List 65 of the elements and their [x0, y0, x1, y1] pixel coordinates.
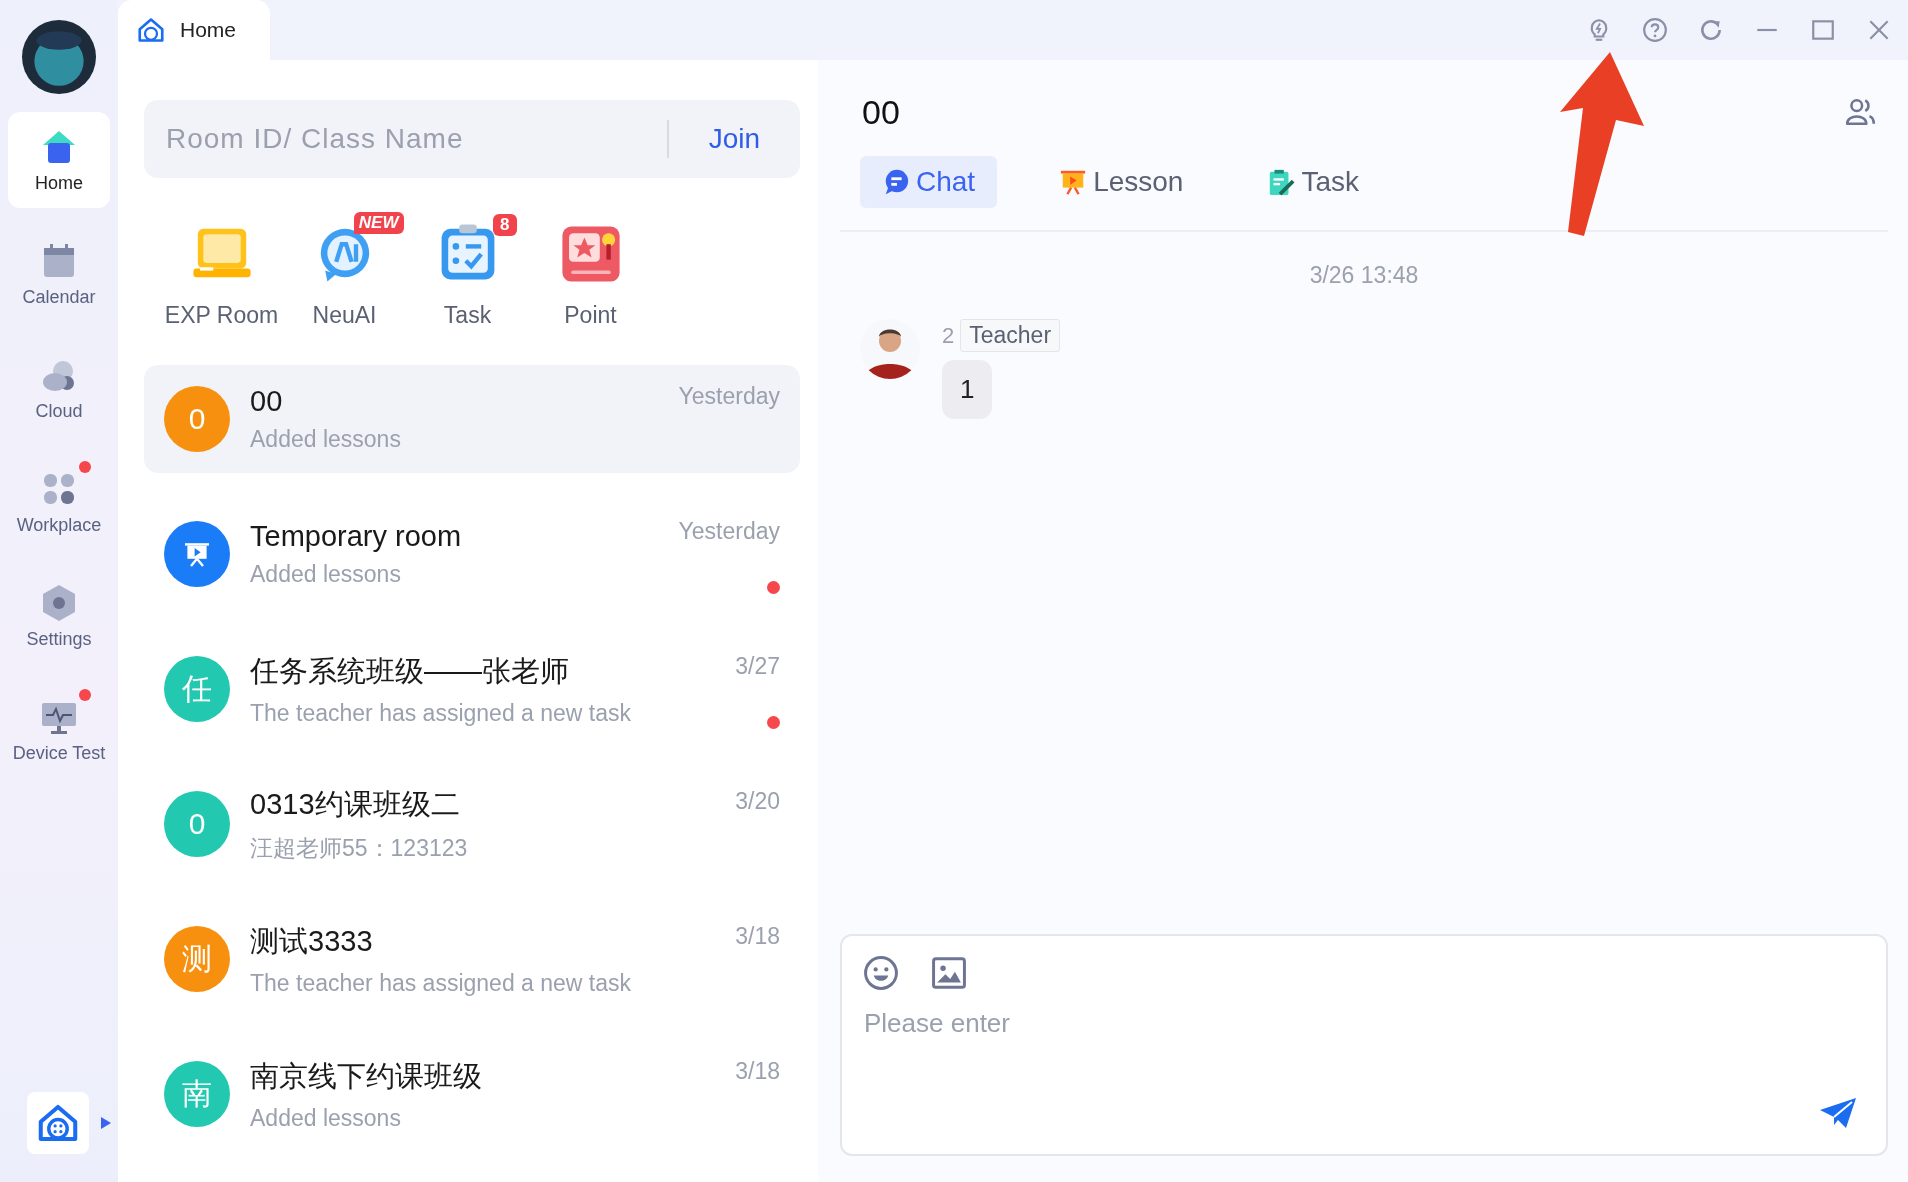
role-tag: Teacher — [960, 319, 1061, 352]
conversation-preview: Added lessons — [250, 426, 402, 453]
message-field[interactable]: Please enter — [862, 1006, 1866, 1136]
conversation-time: Yesterday — [678, 518, 780, 545]
badge: 8 — [493, 214, 517, 236]
join-button[interactable]: Join — [688, 123, 780, 155]
conversation-item[interactable]: Temporary room Added lessons Yesterday — [144, 500, 800, 608]
group-avatar: 南 — [164, 1061, 230, 1127]
easel-icon — [1059, 168, 1088, 196]
chat-title: 00 — [862, 92, 900, 132]
message-box[interactable]: Please enter — [840, 934, 1888, 1156]
home-tab[interactable]: Home — [118, 0, 271, 60]
group-avatar: 测 — [164, 926, 230, 992]
sidebar-item[interactable]: Calendar — [8, 226, 110, 322]
user-avatar[interactable] — [22, 20, 96, 94]
group-avatar: 任 — [164, 656, 230, 722]
conversation-time: 3/18 — [735, 1058, 780, 1085]
help-icon[interactable] — [1642, 17, 1668, 43]
sidebar-item[interactable]: Cloud — [8, 340, 110, 436]
group-avatar: 0 — [164, 791, 230, 857]
maximize-icon[interactable] — [1810, 17, 1836, 43]
message-timestamp: 3/26 13:48 — [1309, 262, 1419, 289]
chat-tab[interactable]: Chat — [860, 156, 998, 208]
conversation-name: 任务系统班级——张老师 — [250, 653, 570, 689]
chat-tab[interactable]: Task — [1245, 156, 1382, 208]
conversation-preview: Added lessons — [250, 1104, 402, 1132]
emoji-icon[interactable] — [862, 954, 900, 992]
search-field[interactable]: Room ID/ Class Name Join — [144, 100, 800, 178]
sender-name: 2 — [942, 322, 955, 349]
chat-tab[interactable]: Lesson — [1037, 156, 1206, 208]
conversation-name: 00 — [250, 385, 284, 418]
shortcut-item[interactable]: NEW NeuAI — [283, 210, 406, 329]
conversation-item[interactable]: 0 0313约课班级二 汪超老师55：123123 3/20 — [144, 770, 800, 878]
conversation-item[interactable]: 0 00 Added lessons Yesterday — [144, 365, 800, 473]
conversation-name: Temporary room — [250, 520, 463, 553]
house-icon — [136, 15, 166, 45]
refresh-icon[interactable] — [1698, 17, 1724, 43]
conversation-preview: 汪超老师55：123123 — [250, 833, 469, 863]
badge: NEW — [353, 212, 404, 234]
logo-button[interactable] — [27, 1092, 89, 1154]
conversation-preview: The teacher has assigned a new task — [250, 699, 632, 727]
conversation-item[interactable]: 南 南京线下约课班级 Added lessons 3/18 — [144, 1040, 800, 1148]
sidebar-item[interactable]: Device Test — [8, 682, 110, 778]
conversation-preview: Added lessons — [250, 561, 402, 588]
conversation-item[interactable]: 测 测试3333 The teacher has assigned a new task 3/18 — [144, 905, 800, 1013]
sidebar-item[interactable]: Settings — [8, 568, 110, 664]
sidebar-item[interactable]: Workplace — [8, 454, 110, 550]
conversation-item[interactable]: 任 任务系统班级——张老师 The teacher has assigned a new task 3/27 — [144, 635, 800, 743]
group-avatar: 0 — [164, 386, 230, 452]
expand-icon[interactable] — [101, 1117, 111, 1129]
shortcut-item[interactable]: Point — [529, 210, 652, 329]
image-icon[interactable] — [930, 954, 968, 992]
clipboard-icon — [1267, 168, 1296, 196]
message-bubble: 1 — [942, 360, 993, 419]
conversation-time: 3/27 — [735, 653, 780, 680]
sidebar-item[interactable]: Home — [8, 112, 110, 208]
conversation-preview: The teacher has assigned a new task — [250, 969, 632, 997]
conversation-time: 3/20 — [735, 788, 780, 815]
conversation-name: 0313约课班级二 — [250, 786, 461, 822]
conversation-time: Yesterday — [678, 383, 780, 410]
shortcut-item[interactable]: EXP Room — [160, 210, 283, 329]
conversation-name: 南京线下约课班级 — [250, 1058, 483, 1094]
conversation-name: 测试3333 — [250, 923, 374, 959]
conversation-time: 3/18 — [735, 923, 780, 950]
shortcut-item[interactable]: 8 Task — [406, 210, 529, 329]
